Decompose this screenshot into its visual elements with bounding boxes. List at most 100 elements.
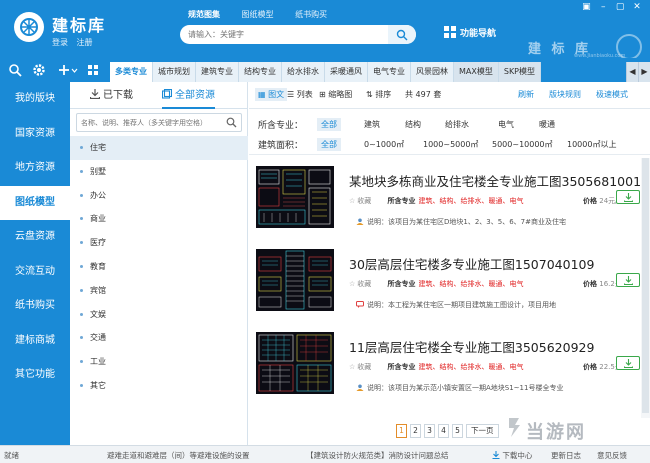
area-filter-option[interactable]: 1000~5000㎡	[423, 139, 478, 150]
list-item[interactable]: 某地块多栋商业及住宅楼全专业施工图3505681001 ☆ 收藏 所含专业 建筑、结…	[249, 166, 641, 248]
search-icon[interactable]	[8, 63, 22, 77]
search-button[interactable]	[388, 25, 416, 44]
next-page-button[interactable]: 下一页	[466, 424, 499, 438]
top-tab-standards[interactable]: 规范图集	[188, 10, 220, 19]
major-filter-option[interactable]: 结构	[405, 119, 421, 130]
news-ticker-item[interactable]: 【建筑设计防火规范类】消防设计问题总结	[306, 450, 449, 461]
list-item[interactable]: 住宅	[70, 136, 248, 160]
category-tab[interactable]: 风景园林	[411, 62, 454, 82]
view-mode-thumbnail[interactable]: ⊞ 缩略图	[319, 89, 352, 100]
search-input[interactable]	[188, 27, 378, 42]
chevron-left-icon[interactable]: ◀	[626, 62, 638, 82]
side-search-input[interactable]	[81, 116, 221, 130]
nav-item-national[interactable]: 国家资源	[0, 117, 70, 152]
major-filter-option[interactable]: 给排水	[445, 119, 469, 130]
list-item[interactable]: 工业	[70, 350, 248, 374]
add-dropdown-icon[interactable]	[58, 63, 78, 77]
major-filter-option[interactable]: 暖通	[539, 119, 555, 130]
tab-all-resources[interactable]: 全部资源	[161, 82, 215, 109]
page-button[interactable]: 4	[438, 424, 449, 438]
fast-mode-link[interactable]: 极速模式	[596, 89, 628, 100]
gear-icon[interactable]	[32, 63, 46, 77]
apps-icon[interactable]	[88, 63, 98, 77]
sort-button[interactable]: ⇅ 排序	[366, 89, 391, 100]
page-button[interactable]: 5	[452, 424, 463, 438]
favorite-button[interactable]: ☆ 收藏	[349, 280, 371, 288]
category-tab[interactable]: 采暖通风	[325, 62, 368, 82]
news-ticker-item[interactable]: 避难走道和避难层（间）等避难设施的设置	[107, 450, 250, 461]
major-filter-option[interactable]: 全部	[317, 118, 341, 131]
category-tab[interactable]: 城市规划	[153, 62, 196, 82]
list-item[interactable]: 教育	[70, 255, 248, 279]
page-button[interactable]: 2	[410, 424, 421, 438]
list-item[interactable]: 宾馆	[70, 279, 248, 303]
item-title[interactable]: 30层高层住宅楼多专业施工图1507040109	[349, 254, 594, 273]
area-filter-option[interactable]: 5000~10000㎡	[492, 139, 553, 150]
list-item[interactable]: 30层高层住宅楼多专业施工图1507040109 ☆ 收藏 所含专业 建筑、结构、给…	[249, 249, 641, 331]
login-link[interactable]: 登录	[52, 38, 68, 47]
refresh-link[interactable]: 刷新	[518, 89, 534, 100]
download-button[interactable]	[616, 273, 640, 287]
nav-item-local[interactable]: 地方资源	[0, 151, 70, 186]
area-filter-option[interactable]: 全部	[317, 138, 341, 151]
major-filter-option[interactable]: 建筑	[364, 119, 380, 130]
search-icon[interactable]	[226, 117, 237, 128]
drawing-thumbnail[interactable]	[256, 249, 334, 311]
feedback-link[interactable]: 意见反馈	[597, 450, 627, 461]
category-tab[interactable]: 结构专业	[239, 62, 282, 82]
top-tab-drawings[interactable]: 图纸模型	[242, 10, 274, 19]
drawing-thumbnail[interactable]	[256, 166, 334, 228]
download-center-button[interactable]: 下载中心	[492, 450, 532, 461]
rules-link[interactable]: 版块规则	[549, 89, 581, 100]
page-button[interactable]: 1	[396, 424, 407, 438]
list-item[interactable]: 医疗	[70, 231, 248, 255]
drawing-thumbnail[interactable]	[256, 332, 334, 394]
list-item[interactable]: 其它	[70, 374, 248, 398]
list-item[interactable]: 办公	[70, 184, 248, 208]
category-tab[interactable]: 给水排水	[282, 62, 325, 82]
register-link[interactable]: 注册	[77, 38, 93, 47]
tab-downloaded[interactable]: 已下载	[89, 82, 133, 109]
list-item[interactable]: 商业	[70, 207, 248, 231]
folder-icon	[161, 88, 173, 99]
area-filter-option[interactable]: 0~1000㎡	[364, 139, 404, 150]
nav-item-drawings[interactable]: 图纸模型	[0, 185, 70, 220]
list-item[interactable]: 别墅	[70, 160, 248, 184]
download-button[interactable]	[616, 356, 640, 370]
main-content: ▦ 图文 ☰ 列表 ⊞ 缩略图 ⇅ 排序 共 497 套 刷新 版块规则 极速模…	[249, 82, 650, 445]
nav-item-mall[interactable]: 建标商城	[0, 324, 70, 359]
maximize-button[interactable]: ▢	[613, 2, 627, 12]
list-item[interactable]: 11层高层住宅楼全专业施工图3505620929 ☆ 收藏 所含专业 建筑、结构、给…	[249, 332, 641, 414]
item-title[interactable]: 某地块多栋商业及住宅楼全专业施工图3505681001	[349, 171, 641, 190]
download-button[interactable]	[616, 190, 640, 204]
view-mode-graphic[interactable]: ▦ 图文	[255, 88, 288, 101]
chevron-right-icon[interactable]: ▶	[638, 62, 650, 82]
top-tab-books[interactable]: 纸书购买	[295, 10, 327, 19]
major-filter-option[interactable]: 电气	[498, 119, 514, 130]
list-item[interactable]: 文娱	[70, 303, 248, 327]
category-tab[interactable]: 多类专业	[110, 62, 153, 82]
nav-item-other[interactable]: 其它功能	[0, 358, 70, 393]
favorite-button[interactable]: ☆ 收藏	[349, 197, 371, 205]
category-tab[interactable]: 建筑专业	[196, 62, 239, 82]
category-tab[interactable]: SKP模型	[498, 62, 542, 82]
scrollbar-thumb[interactable]	[642, 158, 649, 413]
nav-item-cloud[interactable]: 云盘资源	[0, 220, 70, 255]
minimize-button[interactable]: –	[596, 2, 610, 12]
nav-item-my-sections[interactable]: 我的版块	[0, 82, 70, 117]
favorite-button[interactable]: ☆ 收藏	[349, 363, 371, 371]
category-tab[interactable]: MAX模型	[454, 62, 499, 82]
close-button[interactable]: ✕	[630, 2, 644, 12]
update-log-link[interactable]: 更新日志	[551, 450, 581, 461]
skin-button[interactable]: ▣	[579, 2, 593, 12]
nav-item-community[interactable]: 交流互动	[0, 255, 70, 290]
function-nav-button[interactable]: 功能导航	[444, 26, 496, 39]
nav-item-books[interactable]: 纸书购买	[0, 289, 70, 324]
list-item[interactable]: 交通	[70, 326, 248, 350]
page-button[interactable]: 3	[424, 424, 435, 438]
item-title[interactable]: 11层高层住宅楼全专业施工图3505620929	[349, 337, 594, 356]
area-filter-option[interactable]: 10000㎡以上	[567, 139, 616, 150]
scrollbar[interactable]	[641, 158, 650, 418]
category-tab[interactable]: 电气专业	[368, 62, 411, 82]
view-mode-list[interactable]: ☰ 列表	[287, 89, 313, 100]
